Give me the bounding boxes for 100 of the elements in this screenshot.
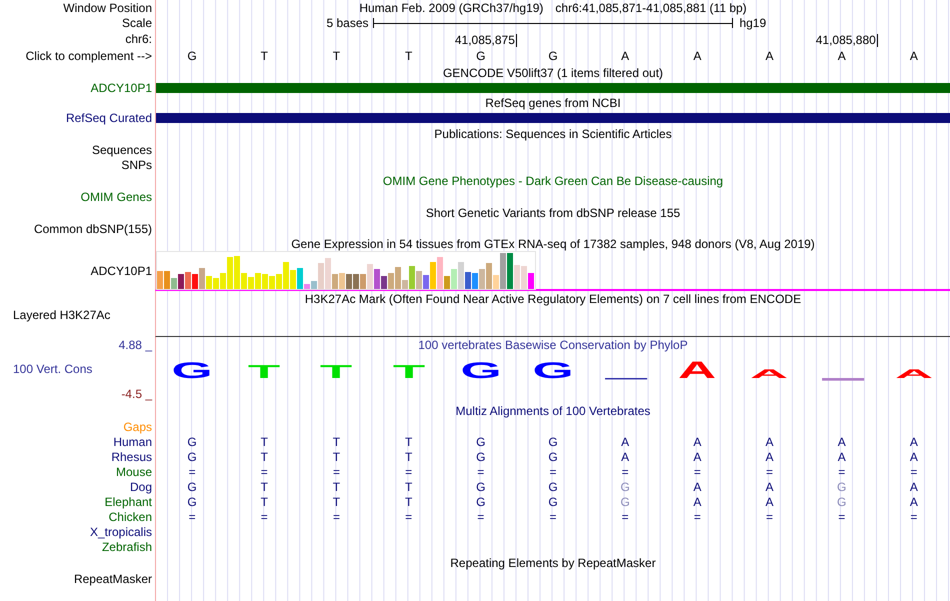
species-label[interactable]: Dog bbox=[130, 480, 152, 494]
alignment-base: = bbox=[332, 464, 340, 478]
alignment-base: = bbox=[910, 510, 918, 524]
track-label[interactable]: Layered H3K27Ac bbox=[13, 308, 110, 322]
species-label[interactable]: X_tropicalis bbox=[90, 524, 152, 538]
track-title: Multiz Alignments of 100 Vertebrates bbox=[456, 404, 650, 418]
alignment-base: = bbox=[188, 510, 196, 524]
species-label[interactable]: Human bbox=[113, 434, 152, 448]
logo-letter: A bbox=[894, 366, 933, 381]
alignment-base: T bbox=[332, 480, 340, 494]
alignment-base: G bbox=[187, 494, 197, 508]
base-letter[interactable]: A bbox=[838, 49, 846, 63]
track-label: Scale bbox=[122, 16, 152, 30]
alignment-base: G bbox=[187, 450, 197, 464]
alignment-base: = bbox=[332, 510, 340, 524]
alignment-base: G bbox=[620, 494, 630, 508]
logo-letter: A bbox=[678, 356, 716, 384]
scale-text: 5 bases bbox=[326, 16, 369, 30]
track-label[interactable]: ADCY10P1 bbox=[90, 80, 152, 94]
alignment-base: A bbox=[910, 450, 918, 464]
alignment-base: G bbox=[548, 450, 558, 464]
alignment-base: G bbox=[837, 494, 846, 508]
species-label[interactable]: Zebrafish bbox=[102, 540, 152, 554]
alignment-base: G bbox=[187, 434, 197, 448]
alignment-base: A bbox=[838, 450, 846, 464]
species-label[interactable]: Rhesus bbox=[111, 450, 152, 464]
species-label[interactable]: Elephant bbox=[104, 494, 152, 508]
alignment-base: = bbox=[766, 464, 774, 478]
y-axis-min: -4.5 _ bbox=[121, 387, 152, 401]
track-label[interactable]: Sequences bbox=[92, 142, 152, 156]
base-letter[interactable]: A bbox=[693, 49, 702, 63]
alignment-base: A bbox=[910, 480, 918, 494]
alignment-base: G bbox=[476, 480, 486, 494]
base-letter[interactable]: T bbox=[332, 49, 340, 63]
track-label[interactable]: 100 Vert. Cons bbox=[13, 362, 92, 376]
alignment-base: A bbox=[693, 494, 702, 508]
alignment-base: G bbox=[476, 494, 486, 508]
track-label: Window Position bbox=[63, 0, 152, 14]
logo-letter: G bbox=[172, 358, 213, 383]
track-label[interactable]: RepeatMasker bbox=[74, 572, 152, 586]
logo-letter: T bbox=[392, 361, 425, 382]
alignment-base: G bbox=[476, 450, 486, 464]
alignment-base: = bbox=[477, 464, 484, 478]
alignment-base: = bbox=[260, 464, 268, 478]
track-title: H3K27Ac Mark (Often Found Near Active Regulatory Elements) on 7 cell lines from ENCODE bbox=[304, 292, 802, 306]
position-text[interactable]: chr6:41,085,871-41,085,881 (11 bp) bbox=[555, 0, 747, 14]
alignment-base: = bbox=[694, 464, 701, 478]
alignment-base: A bbox=[766, 450, 774, 464]
alignment-base: G bbox=[548, 494, 558, 508]
base-letter[interactable]: G bbox=[187, 49, 197, 63]
track-title: Short Genetic Variants from dbSNP release 155 bbox=[426, 206, 680, 220]
alignment-base: = bbox=[766, 510, 774, 524]
species-label[interactable]: Chicken bbox=[108, 510, 152, 524]
track-label[interactable]: RefSeq Curated bbox=[66, 110, 152, 124]
track-label[interactable]: OMIM Genes bbox=[80, 190, 152, 204]
track-label[interactable]: ADCY10P1 bbox=[90, 264, 152, 278]
alignment-base: T bbox=[404, 494, 412, 508]
logo-letter: T bbox=[248, 361, 280, 382]
base-letter[interactable]: A bbox=[910, 49, 918, 63]
base-letter[interactable]: G bbox=[548, 49, 558, 63]
complement-link[interactable]: Click to complement --> bbox=[26, 49, 152, 63]
alignment-base: T bbox=[260, 494, 268, 508]
alignment-base: A bbox=[766, 494, 774, 508]
gene-bar[interactable] bbox=[156, 82, 950, 92]
track-title: RefSeq genes from NCBI bbox=[485, 96, 621, 110]
base-letter[interactable]: A bbox=[621, 49, 630, 63]
alignment-base: = bbox=[838, 464, 846, 478]
base-letter[interactable]: T bbox=[404, 49, 412, 63]
track-label: chr6: bbox=[125, 32, 152, 46]
alignment-base: A bbox=[910, 434, 918, 448]
alignment-base: A bbox=[621, 434, 630, 448]
alignment-base: T bbox=[260, 480, 268, 494]
alignment-base: T bbox=[260, 450, 268, 464]
alignment-base: A bbox=[693, 434, 702, 448]
alignment-base: = bbox=[622, 510, 629, 524]
base-letter[interactable]: A bbox=[766, 49, 774, 63]
alignment-base: = bbox=[694, 510, 701, 524]
alignment-base: = bbox=[910, 464, 918, 478]
gene-bar[interactable] bbox=[156, 112, 950, 122]
alignment-base: A bbox=[693, 480, 702, 494]
alignment-base: = bbox=[405, 464, 412, 478]
alignment-base: A bbox=[766, 480, 774, 494]
alignment-base: T bbox=[404, 434, 412, 448]
base-letter[interactable]: G bbox=[476, 49, 486, 63]
alignment-base: = bbox=[622, 464, 629, 478]
alignment-base: G bbox=[620, 480, 630, 494]
ruler-tick-label: 41,085,880 bbox=[816, 34, 878, 47]
alignment-base: T bbox=[260, 434, 268, 448]
logo-letter: G bbox=[532, 358, 574, 383]
track-label[interactable]: Common dbSNP(155) bbox=[34, 222, 152, 236]
alignment-base: T bbox=[404, 450, 412, 464]
track-title: Repeating Elements by RepeatMasker bbox=[450, 556, 656, 570]
track-label[interactable]: SNPs bbox=[121, 158, 152, 172]
logo-letter: A bbox=[750, 366, 789, 381]
alignment-base: G bbox=[476, 434, 486, 448]
alignment-base: A bbox=[693, 450, 702, 464]
track-title: GENCODE V50lift37 (1 items filtered out) bbox=[442, 66, 664, 80]
base-letter[interactable]: T bbox=[260, 49, 268, 63]
y-axis-max: 4.88 _ bbox=[118, 338, 152, 352]
species-label[interactable]: Mouse bbox=[116, 464, 152, 478]
